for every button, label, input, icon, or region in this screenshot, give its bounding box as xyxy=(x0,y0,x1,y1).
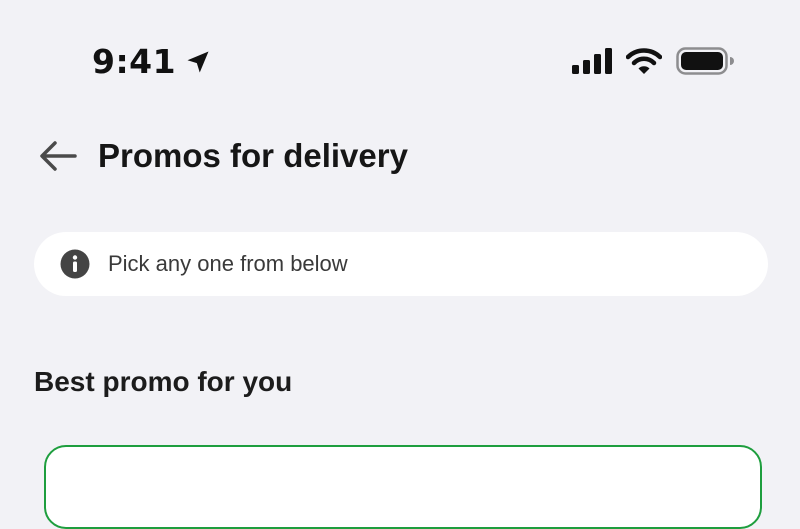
battery-icon xyxy=(676,47,734,75)
status-time: 9:41 xyxy=(92,41,177,81)
status-icons xyxy=(572,44,734,78)
promo-card-selected[interactable] xyxy=(44,445,762,529)
status-bar: 9:41 xyxy=(0,0,800,120)
back-button[interactable] xyxy=(30,134,86,178)
page-title: Promos for delivery xyxy=(98,137,408,174)
cellular-signal-icon xyxy=(572,48,612,74)
info-banner: Pick any one from below xyxy=(34,232,768,296)
status-time-group: 9:41 xyxy=(92,40,212,82)
info-icon xyxy=(60,249,90,279)
arrow-left-icon xyxy=(40,141,77,171)
info-banner-text: Pick any one from below xyxy=(108,251,348,276)
wifi-icon xyxy=(626,48,662,74)
location-arrow-icon xyxy=(187,51,209,73)
section-heading: Best promo for you xyxy=(34,366,293,397)
page-header: Promos for delivery xyxy=(0,128,800,184)
